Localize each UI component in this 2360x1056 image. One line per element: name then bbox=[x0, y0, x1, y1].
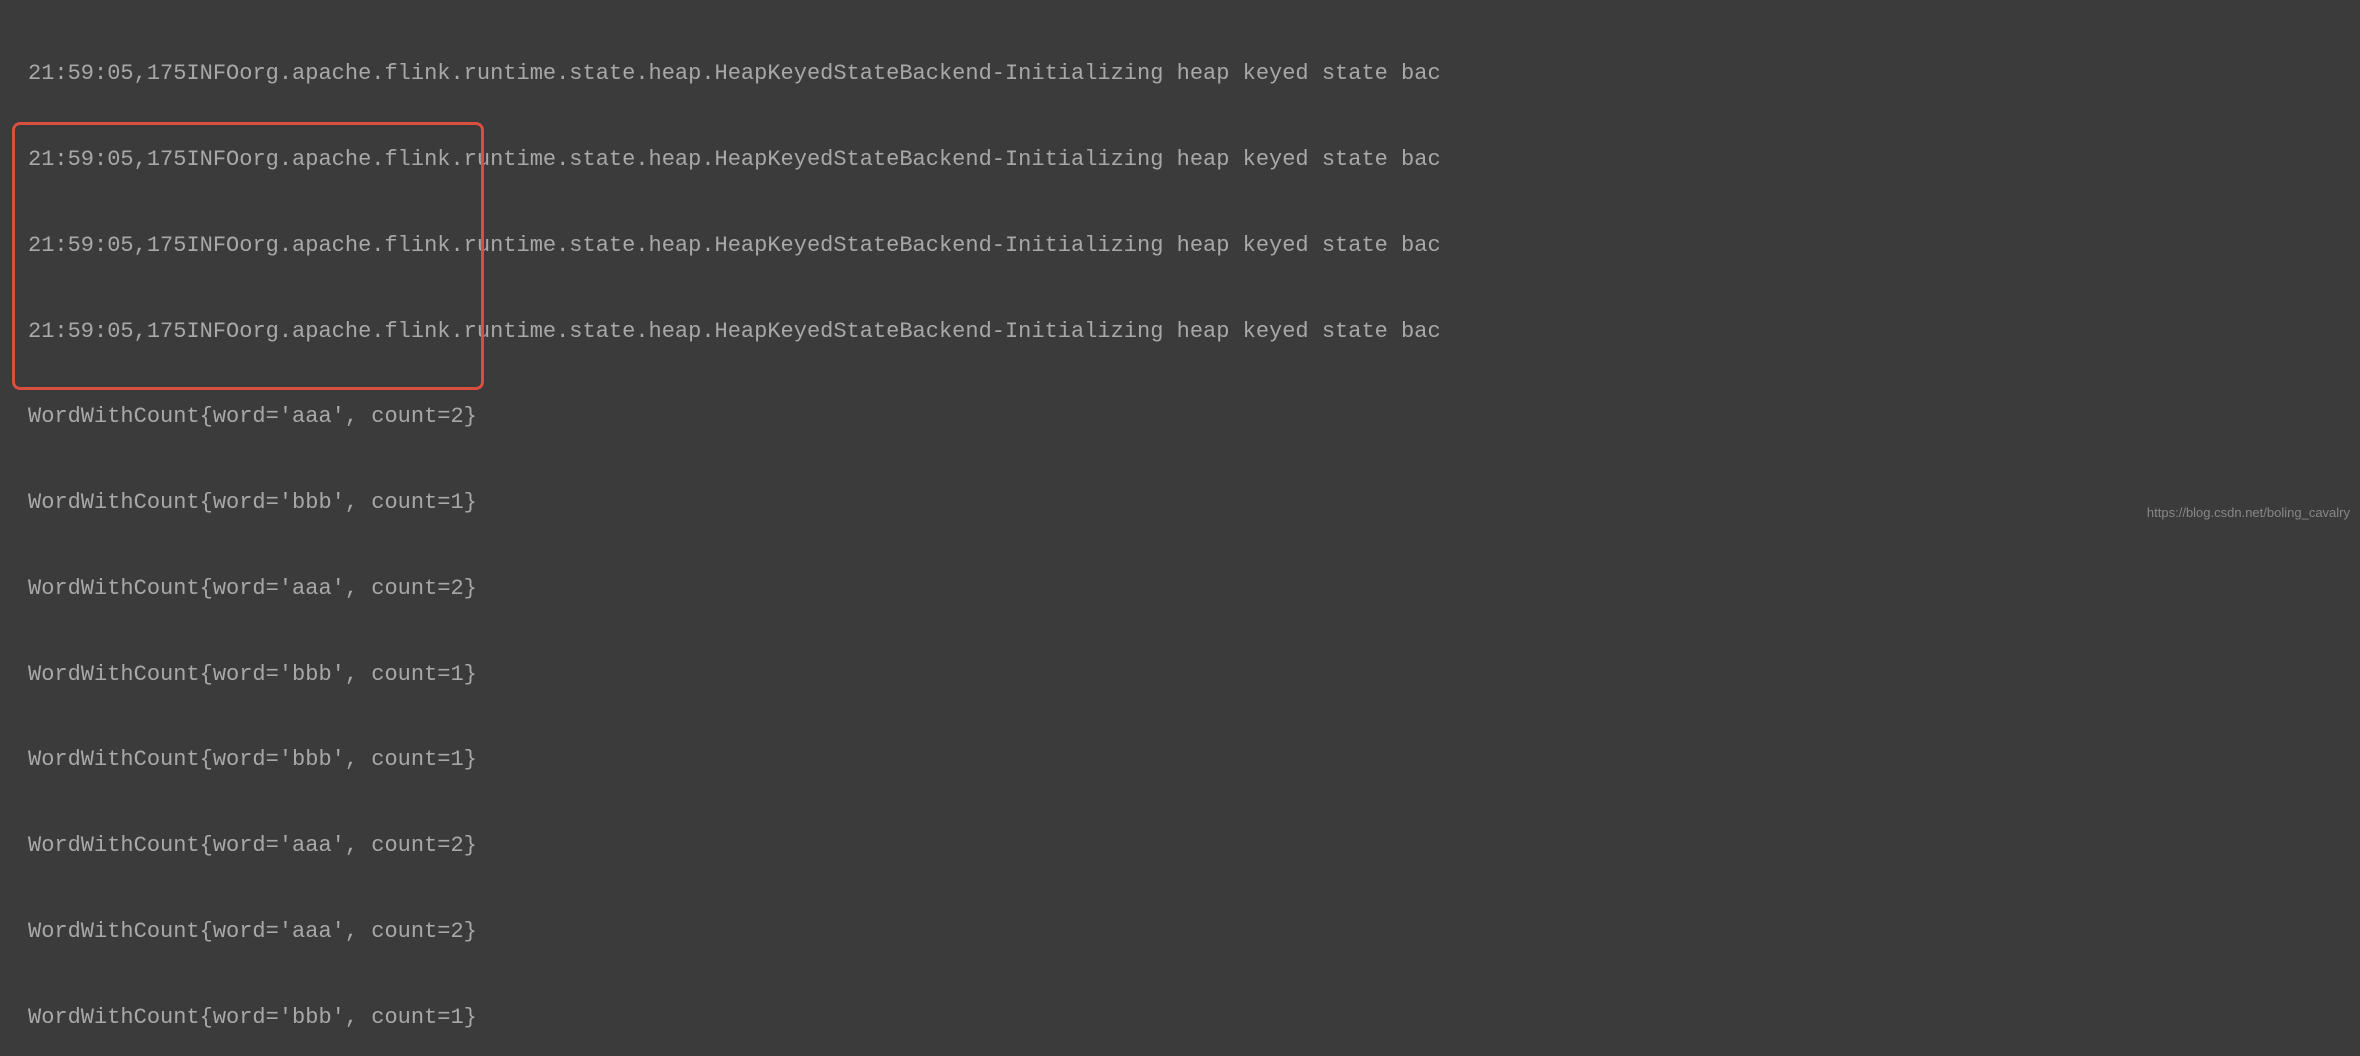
log-message: Initializing heap keyed state bac bbox=[1005, 232, 1441, 261]
log-timestamp: 21:59:05,175 bbox=[28, 232, 186, 261]
log-logger: org.apache.flink.runtime.state.heap.Heap… bbox=[239, 232, 992, 261]
log-line: 21:59:05,175 INFO org.apache.flink.runti… bbox=[0, 318, 2360, 347]
log-logger: org.apache.flink.runtime.state.heap.Heap… bbox=[239, 60, 992, 89]
log-message: Initializing heap keyed state bac bbox=[1005, 318, 1441, 347]
log-level: INFO bbox=[186, 146, 239, 175]
log-dash: - bbox=[992, 318, 1005, 347]
log-logger: org.apache.flink.runtime.state.heap.Heap… bbox=[239, 146, 992, 175]
output-line: WordWithCount{word='bbb', count=1} bbox=[0, 661, 2360, 690]
console-output: 21:59:05,175 INFO org.apache.flink.runti… bbox=[0, 0, 2360, 1056]
log-level: INFO bbox=[186, 232, 239, 261]
output-line: WordWithCount{word='aaa', count=2} bbox=[0, 403, 2360, 432]
output-line: WordWithCount{word='bbb', count=1} bbox=[0, 489, 2360, 518]
output-line: WordWithCount{word='aaa', count=2} bbox=[0, 832, 2360, 861]
log-line: 21:59:05,175 INFO org.apache.flink.runti… bbox=[0, 60, 2360, 89]
log-dash: - bbox=[992, 60, 1005, 89]
log-message: Initializing heap keyed state bac bbox=[1005, 146, 1441, 175]
log-level: INFO bbox=[186, 318, 239, 347]
log-logger: org.apache.flink.runtime.state.heap.Heap… bbox=[239, 318, 992, 347]
output-line: WordWithCount{word='bbb', count=1} bbox=[0, 746, 2360, 775]
log-level: INFO bbox=[186, 60, 239, 89]
output-line: WordWithCount{word='aaa', count=2} bbox=[0, 918, 2360, 947]
log-line: 21:59:05,175 INFO org.apache.flink.runti… bbox=[0, 146, 2360, 175]
log-timestamp: 21:59:05,175 bbox=[28, 146, 186, 175]
log-timestamp: 21:59:05,175 bbox=[28, 318, 186, 347]
log-timestamp: 21:59:05,175 bbox=[28, 60, 186, 89]
log-message: Initializing heap keyed state bac bbox=[1005, 60, 1441, 89]
output-line: WordWithCount{word='bbb', count=1} bbox=[0, 1004, 2360, 1033]
log-dash: - bbox=[992, 232, 1005, 261]
log-dash: - bbox=[992, 146, 1005, 175]
output-line: WordWithCount{word='aaa', count=2} bbox=[0, 575, 2360, 604]
log-line: 21:59:05,175 INFO org.apache.flink.runti… bbox=[0, 232, 2360, 261]
watermark-text: https://blog.csdn.net/boling_cavalry bbox=[2147, 505, 2350, 522]
